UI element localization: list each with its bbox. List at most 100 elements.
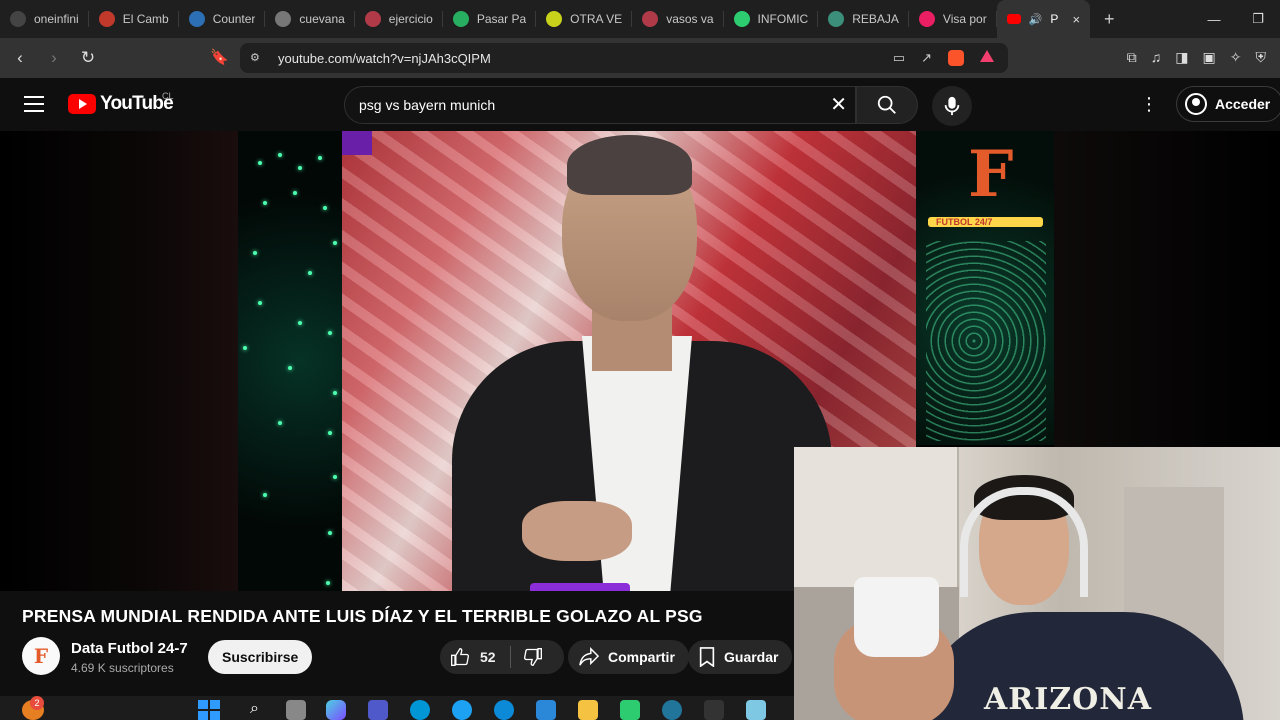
tab-favicon-icon — [188, 11, 205, 27]
youtube-favicon-icon — [1006, 14, 1021, 24]
browser-tab[interactable]: Visa por — [909, 0, 997, 38]
overlay-brand: FUTBOL 24/7 — [936, 217, 993, 227]
media-icon[interactable]: ♫ — [1151, 49, 1162, 66]
tab-favicon-icon — [452, 11, 469, 27]
site-info-icon[interactable]: ⚙ — [250, 51, 264, 65]
new-tab-button[interactable]: + — [1104, 9, 1115, 30]
youtube-play-icon — [68, 94, 96, 114]
address-bar[interactable]: ⚙ youtube.com/watch?v=njJAh3cQIPM ▭ ↗ — [240, 43, 1008, 73]
windows-start-icon[interactable] — [198, 700, 220, 720]
menu-icon[interactable] — [24, 96, 44, 112]
search-query[interactable]: psg vs bayern munich — [359, 97, 495, 113]
taskbar-wordpress-icon[interactable] — [662, 700, 682, 720]
browser-tab[interactable]: OTRA VE — [536, 0, 633, 38]
search-button[interactable] — [856, 86, 918, 124]
browser-tab[interactable]: INFOMIC — [724, 0, 819, 38]
brave-rewards-icon[interactable] — [980, 50, 994, 62]
search-icon — [877, 95, 896, 114]
tab-favicon-icon — [98, 11, 115, 27]
taskbar-app-icon[interactable] — [452, 700, 472, 720]
hoodie-text: ARIZONA — [984, 682, 1152, 717]
url-text[interactable]: youtube.com/watch?v=njJAh3cQIPM — [278, 51, 491, 66]
close-tab-icon[interactable]: × — [1072, 12, 1080, 27]
youtube-logo[interactable]: YouTube CL — [68, 91, 174, 115]
clear-search-icon[interactable]: ✕ — [830, 92, 847, 117]
taskbar-copilot-icon[interactable] — [326, 700, 346, 720]
channel-watermark-panel: F FUTBOL 24/7 — [916, 131, 1054, 445]
browser-tab[interactable]: Counter — [179, 0, 266, 38]
taskbar-pycharm-icon[interactable] — [620, 700, 640, 720]
search-input[interactable]: psg vs bayern munich ✕ — [344, 86, 856, 124]
tab-favicon-icon — [918, 11, 935, 27]
os-taskbar: ⌕ — [0, 696, 794, 720]
back-icon[interactable]: ‹ — [6, 48, 34, 68]
bookmark-icon — [699, 647, 715, 667]
omnibox-actions: ▭ ↗ — [893, 50, 994, 66]
voice-search-button[interactable] — [932, 86, 972, 126]
video-accent-bar — [530, 583, 630, 591]
restore-button[interactable]: ❐ — [1236, 11, 1280, 27]
video-left-panel — [238, 131, 343, 591]
wallet-icon[interactable]: ▣ — [1203, 49, 1216, 66]
browser-tab[interactable]: oneinfini — [0, 0, 89, 38]
minimize-button[interactable]: — — [1192, 12, 1236, 27]
browser-extension-icons: ⧉ ♫ ◨ ▣ ✧ ⛨ — [1127, 49, 1266, 66]
taskbar-explorer-icon[interactable] — [578, 700, 598, 720]
save-button[interactable]: Guardar — [688, 640, 793, 674]
browser-tab[interactable]: cuevana — [265, 0, 355, 38]
speaker-icon: 🔊 — [1028, 13, 1043, 26]
dislike-button[interactable] — [511, 647, 553, 667]
forward-icon[interactable]: › — [40, 48, 68, 68]
brave-shields-icon[interactable] — [948, 50, 964, 66]
like-button[interactable]: 52 — [440, 646, 511, 668]
account-icon — [1185, 93, 1207, 115]
country-code: CL — [162, 91, 174, 101]
share-icon — [579, 647, 600, 666]
share-button[interactable]: Compartir — [568, 640, 689, 674]
bookmark-icon[interactable]: 🔖 — [210, 48, 229, 66]
browser-tab[interactable]: vasos va — [632, 0, 724, 38]
browser-tab-strip: oneinfini El Camb Counter cuevana ejerci… — [0, 0, 1280, 38]
browser-tab[interactable]: El Camb — [89, 0, 179, 38]
sign-in-button[interactable]: Acceder — [1176, 86, 1280, 122]
taskbar-brave-icon[interactable] — [704, 700, 724, 720]
window-controls: — ❐ — [1192, 0, 1280, 38]
tab-search-icon[interactable]: ⧉ — [1127, 49, 1137, 66]
reload-icon[interactable]: ↻ — [74, 48, 102, 68]
headset — [960, 487, 1088, 597]
subscriber-count: 4.69 K suscriptores — [71, 661, 174, 675]
taskbar-widgets-icon[interactable]: 2 — [22, 696, 44, 720]
taskbar-hp-icon[interactable] — [410, 700, 430, 720]
leo-ai-icon[interactable]: ✧ — [1230, 49, 1242, 66]
mug — [854, 577, 939, 657]
taskbar-search-icon[interactable]: ⌕ — [250, 700, 270, 720]
channel-avatar[interactable]: F — [22, 637, 60, 675]
taskbar-task-view-icon[interactable] — [286, 700, 306, 720]
channel-name[interactable]: Data Futbol 24-7 — [71, 640, 188, 657]
browser-tab[interactable]: ejercicio — [355, 0, 443, 38]
youtube-header: YouTube CL psg vs bayern munich ✕ ⋮ Acce… — [0, 78, 1280, 131]
taskbar-notepad-icon[interactable] — [746, 700, 766, 720]
browser-toolbar: ‹ › ↻ 🔖 ⚙ youtube.com/watch?v=njJAh3cQIP… — [0, 38, 1280, 78]
subscribe-button[interactable]: Suscribirse — [208, 640, 313, 674]
cast-icon[interactable]: ▭ — [893, 50, 905, 66]
browser-tab[interactable]: Pasar Pa — [443, 0, 537, 38]
taskbar-store-icon[interactable] — [536, 700, 556, 720]
tab-favicon-icon — [364, 11, 381, 27]
channel-logo: F FUTBOL 24/7 — [928, 137, 1043, 232]
share-icon[interactable]: ↗ — [921, 50, 932, 66]
thumbs-down-icon — [523, 648, 542, 667]
browser-tab[interactable]: REBAJA — [818, 0, 909, 38]
browser-tab-active[interactable]: 🔊 P × — [996, 0, 1091, 38]
tab-favicon-icon — [546, 11, 563, 27]
more-options-icon[interactable]: ⋮ — [1140, 94, 1158, 115]
taskbar-edge-icon[interactable] — [494, 700, 514, 720]
video-left-background — [0, 131, 238, 591]
webcam-overlay: ARIZONA — [794, 447, 1280, 720]
tab-favicon-icon — [275, 11, 292, 27]
tab-favicon-icon — [828, 11, 845, 27]
sidebar-icon[interactable]: ◨ — [1175, 49, 1188, 66]
taskbar-teams-icon[interactable] — [368, 700, 388, 720]
thumbs-up-icon — [451, 647, 469, 666]
vpn-shield-icon[interactable]: ⛨ — [1256, 49, 1267, 66]
